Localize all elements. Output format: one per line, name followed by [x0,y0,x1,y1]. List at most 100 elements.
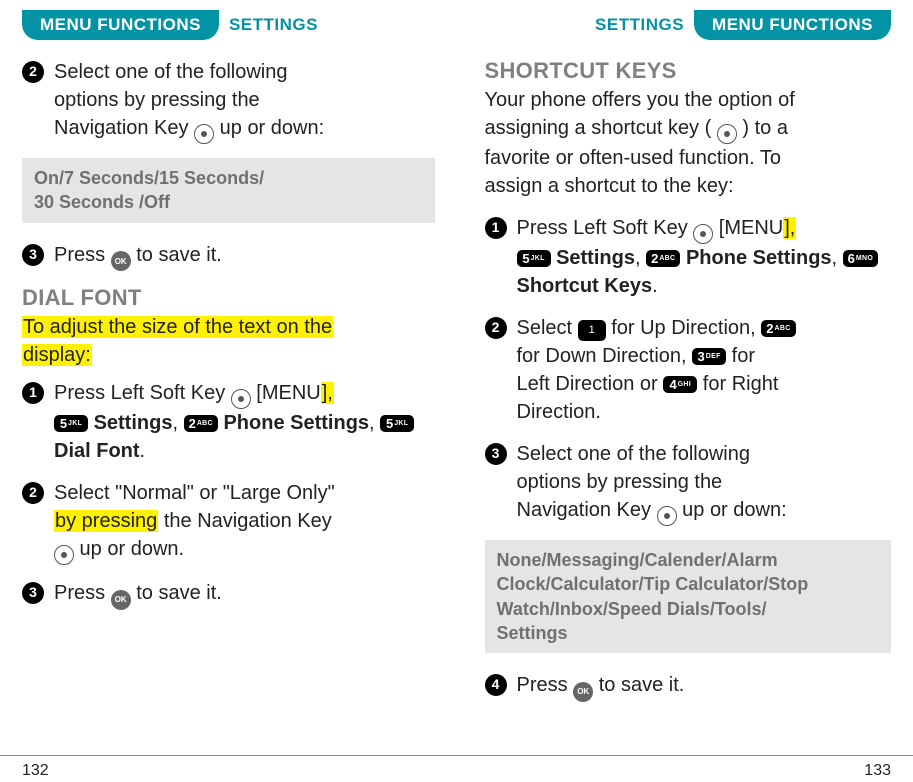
text: . [652,275,658,297]
step-body: Select one of the following options by p… [54,58,435,144]
sk-step-2: 2 Select 1 for Up Direction, 2ABC for Do… [485,314,892,426]
text: Phone Settings [223,412,369,434]
ok-key-icon: OK [111,251,131,271]
step-num: 1 [485,217,507,239]
text: Phone Settings [686,247,832,269]
step-num: 2 [485,317,507,339]
text: Select one of the following [517,443,751,465]
text: , [832,247,843,269]
section-title-shortcut-keys: SHORTCUT KEYS [485,58,892,84]
step-num: 2 [22,482,44,504]
key-2-icon: 2ABC [184,415,218,432]
text: Navigation Key [517,499,657,521]
page-number-left: 132 [22,762,49,780]
text: Clock/Calculator/Tip Calculator/Stop [497,574,809,594]
footer: 132 133 [0,755,913,782]
text: , [635,247,646,269]
tab-menu-functions: MENU FUNCTIONS [694,10,891,40]
text: options by pressing the [54,89,260,111]
key-5-icon: 5JKL [54,415,88,432]
text: to save it. [131,244,222,266]
text: Dial Font [54,440,140,462]
nav-key-icon [693,224,713,244]
text: ) to a [737,117,788,139]
highlight: ], [783,217,796,239]
page-number-right: 133 [864,762,891,780]
text: [MENU [713,217,783,239]
sk-step-3: 3 Select one of the following options by… [485,440,892,526]
text: up or down: [677,499,787,521]
text: Press [54,244,111,266]
text: Press [517,674,574,696]
text: Watch/Inbox/Speed Dials/Tools/ [497,599,767,619]
options-box-left: On/7 Seconds/15 Seconds/ 30 Seconds /Off [22,158,435,223]
df-step-2: 2 Select "Normal" or "Large Only" by pre… [22,479,435,565]
text: to save it. [131,582,222,604]
tab-menu-functions: MENU FUNCTIONS [22,10,219,40]
step-body: Press OK to save it. [54,241,435,272]
step-num: 3 [485,443,507,465]
key-3-icon: 3DEF [692,348,726,365]
step-body: Press Left Soft Key [MENU], 5JKL Setting… [517,214,892,300]
text: Shortcut Keys [517,275,653,297]
section-title-dial-font: DIAL FONT [22,285,435,311]
nav-key-icon [194,124,214,144]
step-num: 1 [22,382,44,404]
options-box-right: None/Messaging/Calender/Alarm Clock/Calc… [485,540,892,653]
left-page: MENU FUNCTIONS SETTINGS 2 Select one of … [0,0,457,746]
text: Navigation Key [54,117,194,139]
text: assign a shortcut to the key: [485,175,734,197]
step-num: 2 [22,61,44,83]
step-body: Press Left Soft Key [MENU], 5JKL Setting… [54,379,435,465]
text: favorite or often-used function. To [485,147,781,169]
step-body: Select 1 for Up Direction, 2ABC for Down… [517,314,892,426]
subhead-settings-left: SETTINGS [229,10,318,33]
text: for Down Direction, [517,345,693,367]
step-3-left: 3 Press OK to save it. [22,241,435,272]
text: for [726,345,755,367]
text: , [369,412,380,434]
shortcut-intro: Your phone offers you the option of assi… [485,86,892,200]
highlight: To adjust the size of the text on the [22,316,333,338]
subhead-settings-right: SETTINGS [595,10,684,33]
text: Press Left Soft Key [54,382,231,404]
text: the Navigation Key [158,510,331,532]
text: up or down. [74,538,184,560]
text: Press Left Soft Key [517,217,694,239]
step-body: Press OK to save it. [517,671,892,702]
df-step-1: 1 Press Left Soft Key [MENU], 5JKL Setti… [22,379,435,465]
step-body: Select "Normal" or "Large Only" by press… [54,479,435,565]
text: assigning a shortcut key ( [485,117,717,139]
text: . [140,440,146,462]
ok-key-icon: OK [111,590,131,610]
step-2-left: 2 Select one of the following options by… [22,58,435,144]
text: Select "Normal" or "Large Only" [54,482,335,504]
highlight: by pressing [54,510,158,532]
sk-step-4: 4 Press OK to save it. [485,671,892,702]
text: Your phone offers you the option of [485,89,795,111]
nav-key-icon [717,124,737,144]
left-header: MENU FUNCTIONS SETTINGS [22,10,435,40]
highlight: display: [22,344,92,366]
step-num: 4 [485,674,507,696]
nav-key-icon [231,389,251,409]
dial-font-intro: To adjust the size of the text on the di… [22,313,435,369]
text: Settings [556,247,635,269]
key-5-icon: 5JKL [380,415,414,432]
key-4-icon: 4GHI [663,376,697,393]
text: Settings [497,623,568,643]
text: up or down: [214,117,324,139]
text: for Right [697,373,778,395]
text: Select one of the following [54,61,288,83]
text: Direction. [517,401,601,423]
highlight: ], [321,382,334,404]
key-2-icon: 2ABC [761,320,795,337]
text: On/7 Seconds/15 Seconds/ [34,168,264,188]
df-step-3: 3 Press OK to save it. [22,579,435,610]
step-num: 3 [22,244,44,266]
text: Press [54,582,111,604]
text: , [172,412,183,434]
text: for Up Direction, [606,317,762,339]
text: Select [517,317,578,339]
text: to save it. [593,674,684,696]
